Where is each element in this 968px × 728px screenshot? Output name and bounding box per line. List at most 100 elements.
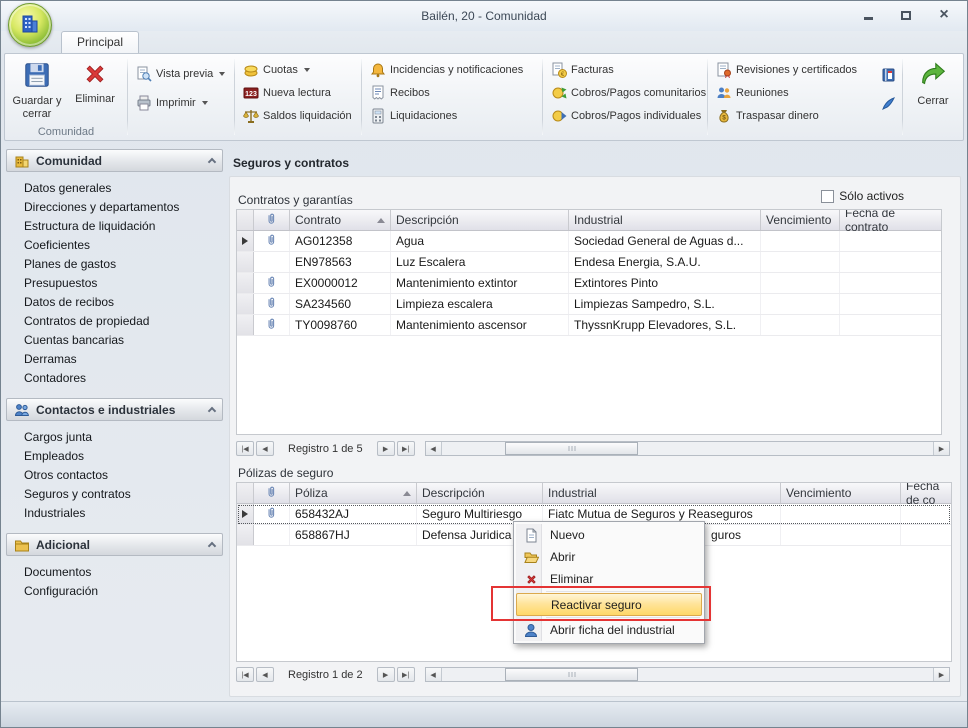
close-window-button[interactable]: × [933,6,955,24]
column-header-contrato[interactable]: Contrato [290,210,391,230]
sidebar-item-contadores[interactable]: Contadores [24,369,223,388]
sidebar-item-presupuestos[interactable]: Presupuestos [24,274,223,293]
sort-ascending-icon [403,491,411,496]
column-header-descripcion[interactable]: Descripción [391,210,569,230]
facturas-button[interactable]: € Facturas [547,60,618,80]
restore-icon [901,11,911,20]
scrollbar-track[interactable] [442,442,933,455]
delete-icon [81,60,109,91]
incidencias-button[interactable]: Incidencias y notificaciones [366,60,527,80]
sidebar-section-contactos[interactable]: Contactos e industriales [6,398,223,421]
next-record-button[interactable]: ▶ [377,667,395,682]
recibos-button[interactable]: Recibos [366,83,434,103]
ribbon-group-tools [876,54,900,140]
cobros-pagos-comunitarios-button[interactable]: Cobros/Pagos comunitarios [547,83,710,103]
scrollbar-track[interactable] [442,668,933,681]
menu-item-abrir[interactable]: Abrir [516,546,702,568]
menu-item-nuevo[interactable]: Nuevo [516,524,702,546]
attachment-column-header[interactable] [254,483,290,503]
notes-button[interactable] [878,64,898,84]
contract-row[interactable]: EX0000012 Mantenimiento extintor Extinto… [237,273,941,294]
menu-item-reactivar-seguro[interactable]: Reactivar seguro [516,593,702,616]
sidebar-item-datos-recibos[interactable]: Datos de recibos [24,293,223,312]
sidebar-item-configuracion[interactable]: Configuración [24,582,223,601]
scroll-left-button[interactable]: ◀ [426,442,442,455]
horizontal-scrollbar[interactable]: ◀ ▶ [425,441,950,456]
first-record-button[interactable]: |◀ [236,667,254,682]
sidebar-item-planes-gastos[interactable]: Planes de gastos [24,255,223,274]
prev-record-button[interactable]: ◀ [256,441,274,456]
scroll-right-button[interactable]: ▶ [933,442,949,455]
sidebar-item-coeficientes[interactable]: Coeficientes [24,236,223,255]
last-record-button[interactable]: ▶| [397,441,415,456]
reuniones-button[interactable]: Reuniones [712,83,793,103]
menu-item-abrir-ficha-industrial[interactable]: Abrir ficha del industrial [516,619,702,641]
contract-row[interactable]: EN978563 Luz Escalera Endesa Energia, S.… [237,252,941,273]
last-record-button[interactable]: ▶| [397,667,415,682]
column-header-industrial[interactable]: Industrial [543,483,781,503]
individual-payments-icon [551,108,567,124]
column-header-fecha[interactable]: Fecha de co [901,483,951,503]
nueva-lectura-button[interactable]: 123 Nueva lectura [239,83,335,103]
sidebar-item-otros-contactos[interactable]: Otros contactos [24,466,223,485]
paperclip-icon [265,485,278,501]
restore-button[interactable] [895,6,917,24]
sidebar-item-seguros-contratos[interactable]: Seguros y contratos [24,485,223,504]
prev-record-button[interactable]: ◀ [256,667,274,682]
dropdown-arrow-icon [202,101,208,105]
scroll-right-button[interactable]: ▶ [933,668,949,681]
cobros-pagos-individuales-button[interactable]: Cobros/Pagos individuales [547,106,705,126]
sidebar-item-documentos[interactable]: Documentos [24,563,223,582]
sidebar-item-cargos-junta[interactable]: Cargos junta [24,428,223,447]
delete-button[interactable]: Eliminar [67,57,123,123]
imprimir-button[interactable]: Imprimir [132,93,212,113]
sidebar-item-datos-generales[interactable]: Datos generales [24,179,223,198]
cuotas-button[interactable]: Cuotas [239,60,314,80]
scroll-left-button[interactable]: ◀ [426,668,442,681]
scrollbar-thumb[interactable] [505,668,638,681]
attachment-icon [265,506,278,522]
only-active-checkbox[interactable]: Sólo activos [821,189,904,203]
checkbox-box[interactable] [821,190,834,203]
next-record-button[interactable]: ▶ [377,441,395,456]
attachment-column-header[interactable] [254,210,290,230]
sidebar-item-industriales[interactable]: Industriales [24,504,223,523]
application-menu-button[interactable] [8,3,52,47]
horizontal-scrollbar[interactable]: ◀ ▶ [425,667,950,682]
window-controls: × [857,6,955,24]
traspasar-dinero-button[interactable]: $ Traspasar dinero [712,106,823,126]
cerrar-button[interactable]: Cerrar [905,57,961,123]
menu-item-eliminar[interactable]: Eliminar [516,568,702,590]
attachment-icon [265,317,278,333]
sidebar-item-empleados[interactable]: Empleados [24,447,223,466]
signature-button[interactable] [878,93,898,113]
sidebar-item-contratos-propiedad[interactable]: Contratos de propiedad [24,312,223,331]
revisiones-button[interactable]: Revisiones y certificados [712,60,861,80]
sidebar-item-derramas[interactable]: Derramas [24,350,223,369]
sidebar-item-direcciones[interactable]: Direcciones y departamentos [24,198,223,217]
contract-row[interactable]: SA234560 Limpieza escalera Limpiezas Sam… [237,294,941,315]
column-header-descripcion[interactable]: Descripción [417,483,543,503]
sidebar-item-estructura-liquidacion[interactable]: Estructura de liquidación [24,217,223,236]
first-record-button[interactable]: |◀ [236,441,254,456]
sidebar-item-cuentas-bancarias[interactable]: Cuentas bancarias [24,331,223,350]
contract-row[interactable]: AG012358 Agua Sociedad General de Aguas … [237,231,941,252]
sidebar-section-comunidad[interactable]: Comunidad [6,149,223,172]
save-and-close-button[interactable]: Guardar y cerrar [9,57,65,123]
column-header-poliza[interactable]: Póliza [290,483,417,503]
indicator-header [237,483,254,503]
vista-previa-button[interactable]: Vista previa [132,64,229,84]
column-header-industrial[interactable]: Industrial [569,210,761,230]
printer-icon [136,95,152,111]
scrollbar-thumb[interactable] [505,442,638,455]
column-header-vencimiento[interactable]: Vencimiento [761,210,840,230]
row-indicator [237,315,254,335]
column-header-vencimiento[interactable]: Vencimiento [781,483,901,503]
minimize-button[interactable] [857,6,879,24]
liquidaciones-button[interactable]: Liquidaciones [366,106,461,126]
contract-row[interactable]: TY0098760 Mantenimiento ascensor ThyssnK… [237,315,941,336]
tab-principal[interactable]: Principal [61,31,139,53]
saldos-liquidacion-button[interactable]: Saldos liquidación [239,106,356,126]
sidebar-section-adicional[interactable]: Adicional [6,533,223,556]
column-header-fecha-contrato[interactable]: Fecha de contrato [840,210,941,230]
